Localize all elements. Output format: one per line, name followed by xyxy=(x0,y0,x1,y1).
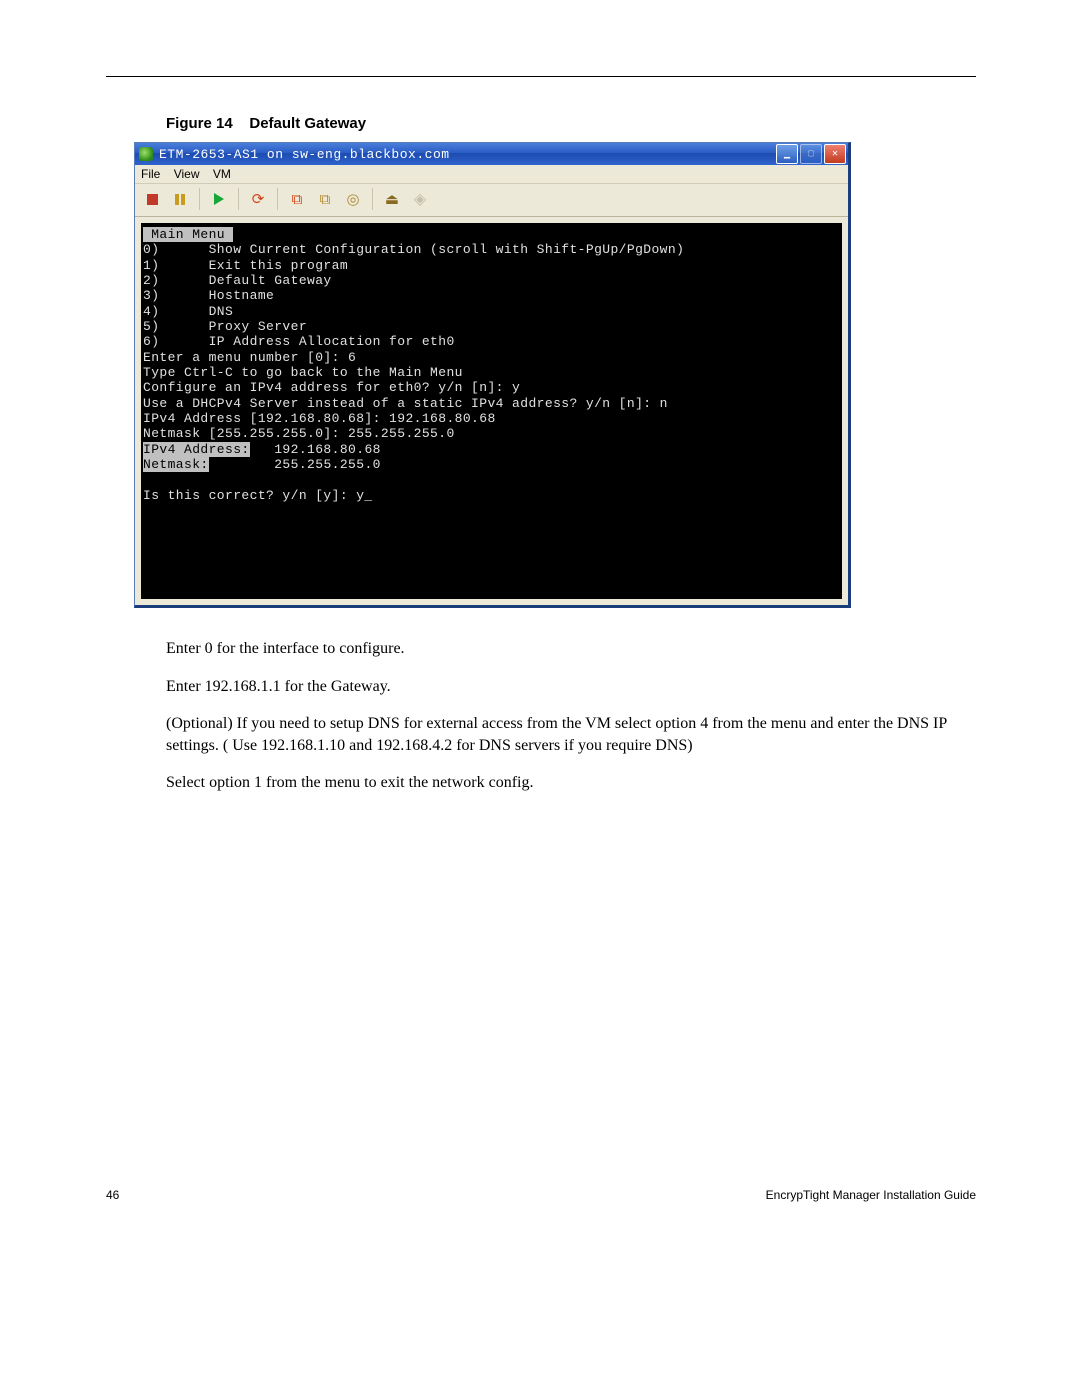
pause-icon xyxy=(175,194,185,205)
menu-file[interactable]: File xyxy=(141,167,160,181)
maximize-button[interactable]: ▢ xyxy=(800,144,822,164)
paragraph: Enter 192.168.1.1 for the Gateway. xyxy=(166,676,952,698)
toolbar: ⟳ ⧉ ⧉ ◎ ⏏ ◈ xyxy=(135,184,848,217)
menu-view[interactable]: View xyxy=(174,167,200,181)
body-text: Enter 0 for the interface to configure. … xyxy=(166,638,952,794)
figure-caption: Figure 14 Default Gateway xyxy=(166,115,976,132)
terminal-line: 2) Default Gateway xyxy=(143,273,840,288)
horizontal-rule xyxy=(106,76,976,77)
terminal-line: Netmask [255.255.255.0]: 255.255.255.0 xyxy=(143,426,840,441)
figure-title: Default Gateway xyxy=(249,115,366,132)
maximize-icon: ▢ xyxy=(808,148,814,160)
terminal-prompt: Is this correct? y/n [y]: y_ xyxy=(143,488,840,503)
terminal-line: Type Ctrl-C to go back to the Main Menu xyxy=(143,365,840,380)
window-titlebar: ETM-2653-AS1 on sw-eng.blackbox.com ▁ ▢ … xyxy=(135,143,848,165)
terminal-line: 4) DNS xyxy=(143,304,840,319)
terminal-line: 3) Hostname xyxy=(143,288,840,303)
toolbar-separator xyxy=(199,188,200,210)
terminal-line: 0) Show Current Configuration (scroll wi… xyxy=(143,242,840,257)
paragraph: Select option 1 from the menu to exit th… xyxy=(166,772,952,794)
snapshot-button[interactable]: ⧉ xyxy=(286,188,308,210)
terminal[interactable]: Main Menu 0) Show Current Configuration … xyxy=(141,223,842,599)
page-number: 46 xyxy=(106,1188,119,1202)
window-title: ETM-2653-AS1 on sw-eng.blackbox.com xyxy=(159,147,774,162)
netmask-value: 255.255.255.0 xyxy=(209,457,381,472)
close-icon: ✕ xyxy=(832,148,838,160)
pause-button[interactable] xyxy=(169,188,191,210)
toolbar-separator xyxy=(238,188,239,210)
fullscreen-icon: ◈ xyxy=(414,189,426,209)
figure-label: Figure 14 xyxy=(166,115,233,132)
snapshot-manager-button[interactable]: ⧉ xyxy=(314,188,336,210)
terminal-line: Configure an IPv4 address for eth0? y/n … xyxy=(143,380,840,395)
main-menu-header: Main Menu xyxy=(143,227,233,242)
play-icon xyxy=(214,193,224,205)
paragraph: (Optional) If you need to setup DNS for … xyxy=(166,713,952,756)
fullscreen-button[interactable]: ◈ xyxy=(409,188,431,210)
terminal-line: 1) Exit this program xyxy=(143,258,840,273)
app-icon xyxy=(139,147,153,161)
stop-button[interactable] xyxy=(141,188,163,210)
eject-button[interactable]: ⏏ xyxy=(381,188,403,210)
snapshot-manager-icon: ⧉ xyxy=(320,191,331,208)
terminal-line: Use a DHCPv4 Server instead of a static … xyxy=(143,396,840,411)
toolbar-separator xyxy=(372,188,373,210)
terminal-line: Netmask: 255.255.255.0 xyxy=(143,457,840,472)
terminal-line: IPv4 Address: 192.168.80.68 xyxy=(143,442,840,457)
terminal-line: IPv4 Address [192.168.80.68]: 192.168.80… xyxy=(143,411,840,426)
page-footer: 46 EncrypTight Manager Installation Guid… xyxy=(106,1188,976,1202)
terminal-line xyxy=(143,472,840,487)
document-title: EncrypTight Manager Installation Guide xyxy=(766,1188,976,1202)
stop-icon xyxy=(147,194,158,205)
minimize-button[interactable]: ▁ xyxy=(776,144,798,164)
terminal-line: Main Menu xyxy=(143,227,840,242)
reset-button[interactable]: ⟳ xyxy=(247,188,269,210)
ipv4-address-label: IPv4 Address: xyxy=(143,442,250,457)
menu-bar: File View VM xyxy=(135,165,848,184)
paragraph: Enter 0 for the interface to configure. xyxy=(166,638,952,660)
terminal-line: Enter a menu number [0]: 6 xyxy=(143,350,840,365)
ipv4-address-value: 192.168.80.68 xyxy=(250,442,381,457)
terminal-line: 5) Proxy Server xyxy=(143,319,840,334)
reset-icon: ⟳ xyxy=(252,192,265,207)
toolbar-separator xyxy=(277,188,278,210)
terminal-line: 6) IP Address Allocation for eth0 xyxy=(143,334,840,349)
minimize-icon: ▁ xyxy=(784,148,790,160)
close-button[interactable]: ✕ xyxy=(824,144,846,164)
cd-icon: ◎ xyxy=(346,190,359,208)
netmask-label: Netmask: xyxy=(143,457,209,472)
play-button[interactable] xyxy=(208,188,230,210)
menu-vm[interactable]: VM xyxy=(213,167,231,181)
eject-icon: ⏏ xyxy=(385,190,399,208)
vm-window: ETM-2653-AS1 on sw-eng.blackbox.com ▁ ▢ … xyxy=(134,142,851,608)
figure-screenshot: ETM-2653-AS1 on sw-eng.blackbox.com ▁ ▢ … xyxy=(134,142,847,608)
snapshot-icon: ⧉ xyxy=(292,191,303,208)
cd-button[interactable]: ◎ xyxy=(342,188,364,210)
